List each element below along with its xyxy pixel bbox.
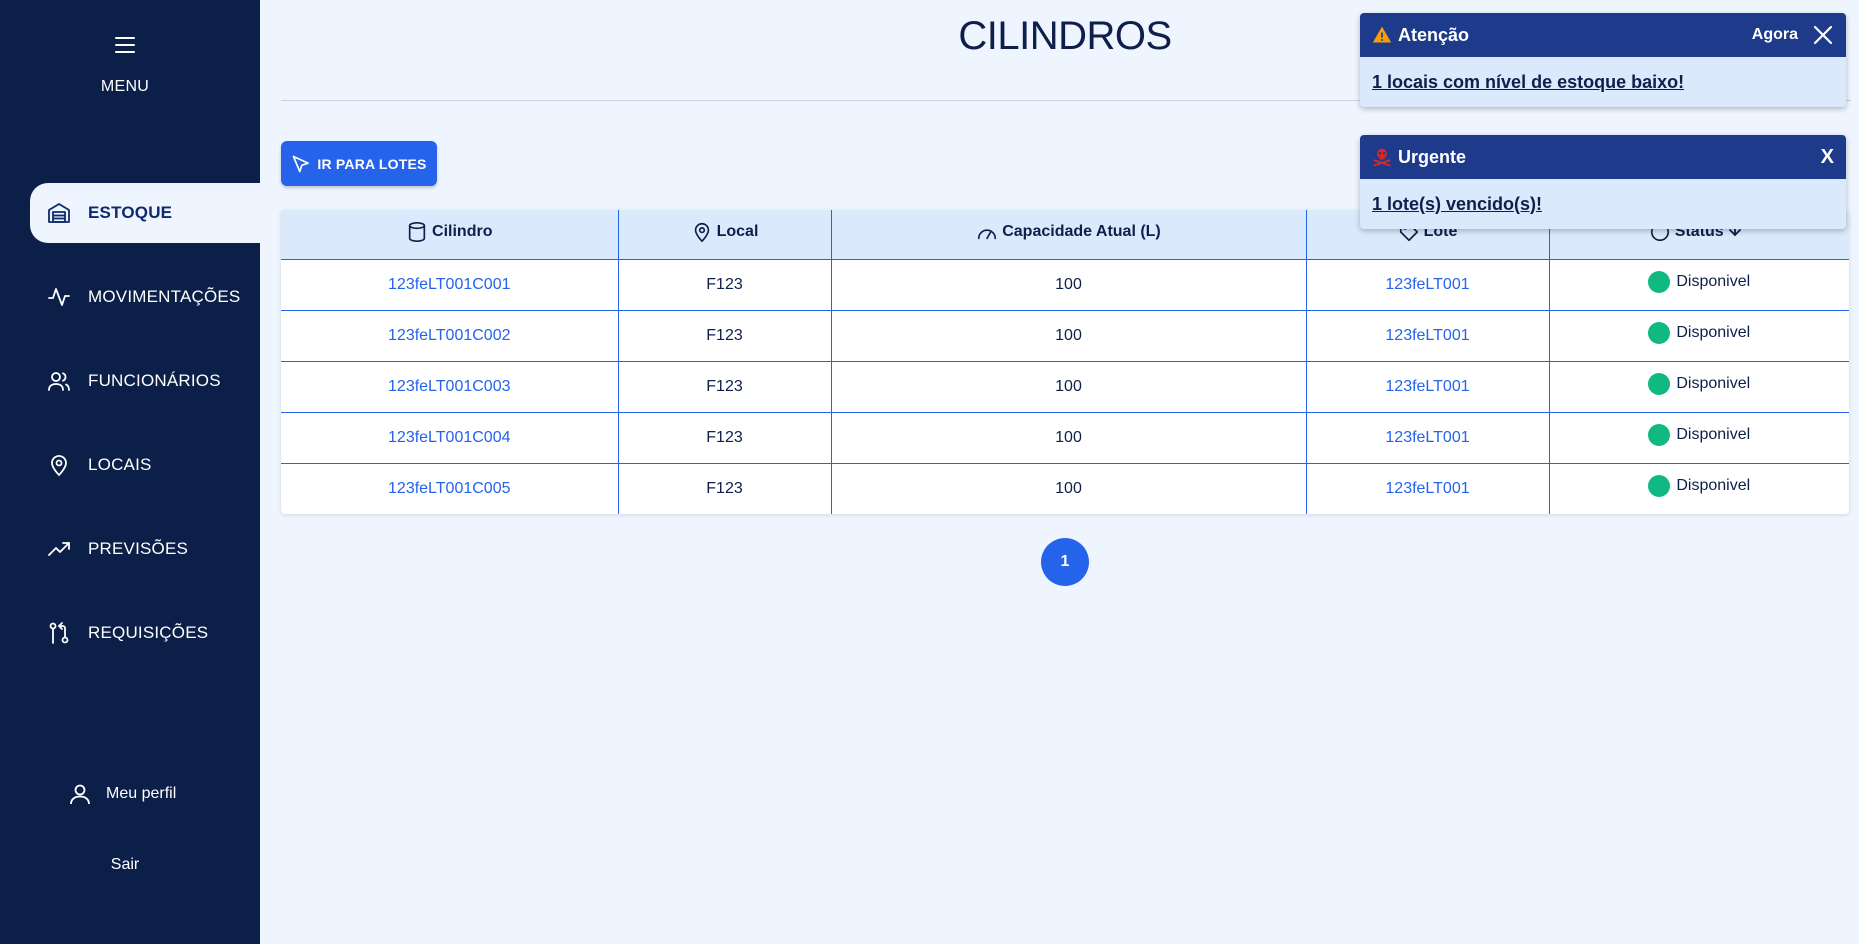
git-pull-request-icon [46, 620, 72, 646]
activity-icon [46, 284, 72, 310]
lote-link[interactable]: 123feLT001 [1385, 327, 1469, 344]
sidebar-item-label: LOCAIS [88, 455, 152, 474]
cilindro-link[interactable]: 123feLT001C004 [388, 429, 510, 446]
local-cell: F123 [617, 258, 831, 310]
status-label: Disponivel [1676, 477, 1751, 495]
low-stock-link[interactable]: 1 locais com nível de estoque baixo! [1372, 72, 1684, 93]
urgent-toast: Urgente X 1 lote(s) vencido(s)! [1360, 135, 1846, 229]
local-cell: F123 [617, 411, 831, 463]
sidebar-item-funcionarios[interactable]: FUNCIONÁRIOS [30, 351, 260, 411]
sidebar-item-estoque[interactable]: ESTOQUE [30, 183, 260, 243]
capacidade-cell: 100 [830, 309, 1306, 361]
table-row: 123feLT001C003 F123 100 123feLT001 Dispo… [281, 360, 1849, 412]
urgent-toast-body: 1 lote(s) vencido(s)! [1360, 179, 1846, 229]
local-cell: F123 [617, 360, 831, 412]
attention-toast-header: Atenção Agora [1360, 13, 1846, 57]
users-icon [46, 368, 72, 394]
status-label: Disponivel [1676, 324, 1751, 341]
column-header-local: Local [617, 210, 831, 259]
warning-icon [1372, 25, 1392, 45]
urgent-toast-title: Urgente [1398, 146, 1467, 167]
cilindro-link[interactable]: 123feLT001C003 [388, 378, 510, 395]
skull-crossbones-icon [1372, 147, 1392, 167]
column-label: Cilindro [432, 222, 493, 240]
user-icon [68, 782, 92, 806]
capacidade-cell: 100 [830, 462, 1306, 514]
sidebar-item-label: ESTOQUE [88, 203, 173, 222]
status-dot [1648, 424, 1671, 446]
status-dot [1648, 322, 1671, 344]
attention-toast-title: Atenção [1398, 24, 1470, 45]
cilindro-link[interactable]: 123feLT001C005 [388, 480, 510, 497]
profile-label: Meu perfil [106, 785, 177, 802]
table-row: 123feLT001C004 F123 100 123feLT001 Dispo… [281, 411, 1849, 463]
capacidade-cell: 100 [830, 411, 1306, 463]
attention-toast-time: Agora [1751, 26, 1798, 43]
column-header-cilindro: Cilindro [281, 210, 618, 259]
status-label: Disponivel [1676, 273, 1751, 290]
warehouse-icon [46, 200, 72, 226]
table-row: 123feLT001C002 F123 100 123feLT001 Dispo… [281, 309, 1849, 361]
menu-label: MENU [100, 78, 150, 95]
cursor-arrow-icon [291, 154, 311, 174]
attention-toast: Atenção Agora 1 locais com nível de esto… [1360, 13, 1846, 107]
sidebar-item-previsoes[interactable]: PREVISÕES [30, 519, 260, 579]
table-row: 123feLT001C005 F123 100 123feLT001 Dispo… [281, 462, 1849, 514]
trending-up-icon [46, 536, 72, 562]
expired-lots-link[interactable]: 1 lote(s) vencido(s)! [1372, 194, 1542, 215]
lote-link[interactable]: 123feLT001 [1385, 276, 1469, 293]
sidebar-item-label: REQUISIÇÕES [88, 623, 209, 642]
status-dot [1648, 475, 1671, 498]
close-icon[interactable] [1812, 24, 1834, 46]
status-dot [1648, 271, 1671, 293]
capacidade-cell: 100 [830, 258, 1306, 310]
sidebar-item-movimentacoes[interactable]: MOVIMENTAÇÕES [30, 267, 260, 327]
sidebar-item-requisicoes[interactable]: REQUISIÇÕES [30, 603, 260, 663]
status-label: Disponivel [1676, 426, 1751, 443]
close-button[interactable]: X [1821, 146, 1834, 169]
cilindro-link[interactable]: 123feLT001C002 [388, 327, 510, 344]
attention-toast-body: 1 locais com nível de estoque baixo! [1360, 57, 1846, 107]
column-header-capacidade: Capacidade Atual (L) [830, 210, 1306, 259]
gauge-icon [976, 221, 998, 243]
lote-link[interactable]: 123feLT001 [1385, 480, 1469, 497]
lote-link[interactable]: 123feLT001 [1385, 429, 1469, 446]
status-dot [1648, 373, 1671, 395]
capacidade-cell: 100 [830, 360, 1306, 412]
table-row: 123feLT001C001 F123 100 123feLT001 Dispo… [281, 258, 1849, 310]
status-label: Disponivel [1676, 375, 1751, 392]
hamburger-menu-icon[interactable] [110, 30, 140, 60]
sidebar: MENU ESTOQUE MOVIMENTAÇÕES FUNCIONÁRIOS … [0, 0, 260, 944]
map-pin-icon [691, 221, 713, 243]
cylinder-icon [406, 221, 428, 243]
go-to-lotes-button[interactable]: IR PARA LOTES [281, 141, 437, 186]
column-label: Capacidade Atual (L) [1002, 222, 1161, 240]
map-pin-icon [46, 452, 72, 478]
pagination-page-1[interactable]: 1 [1041, 538, 1089, 586]
cylinders-table: Cilindro Local Capacidade Atual (L) Lote… [281, 210, 1849, 514]
lote-link[interactable]: 123feLT001 [1385, 378, 1469, 395]
logout-link[interactable]: Sair [0, 856, 250, 874]
sidebar-item-label: MOVIMENTAÇÕES [88, 287, 241, 306]
go-to-lotes-label: IR PARA LOTES [317, 155, 427, 172]
local-cell: F123 [617, 462, 831, 514]
column-label: Local [716, 222, 759, 240]
sidebar-item-label: PREVISÕES [88, 539, 189, 558]
local-cell: F123 [617, 309, 831, 361]
sidebar-item-locais[interactable]: LOCAIS [30, 435, 260, 495]
urgent-toast-header: Urgente X [1360, 135, 1846, 179]
sidebar-item-label: FUNCIONÁRIOS [88, 371, 221, 390]
profile-link[interactable]: Meu perfil [68, 782, 176, 806]
cilindro-link[interactable]: 123feLT001C001 [388, 276, 510, 293]
